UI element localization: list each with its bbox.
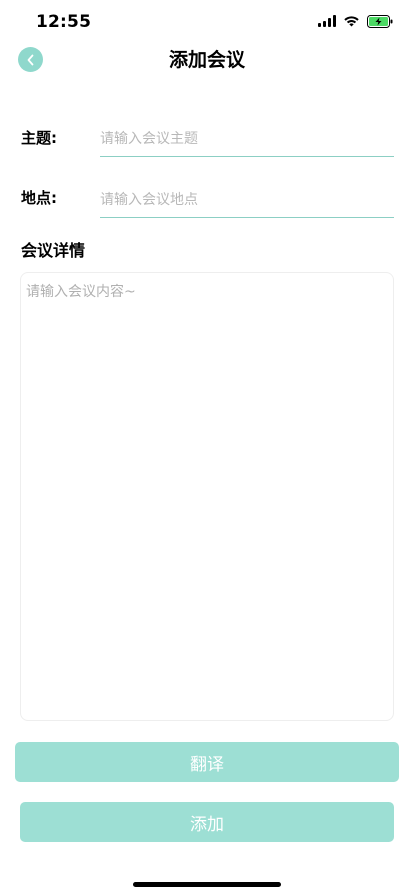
translate-button[interactable]: 翻译: [15, 742, 399, 782]
status-time: 12:55: [36, 12, 92, 32]
add-meeting-screen: 12:55 添加会议 主题: 地点: 会议详情 翻: [0, 0, 414, 896]
location-input[interactable]: [100, 183, 394, 218]
status-icons: [318, 14, 394, 28]
wifi-icon: [344, 16, 359, 27]
details-label: 会议详情: [21, 241, 86, 260]
location-label: 地点:: [21, 189, 57, 207]
topic-label: 主题:: [21, 129, 57, 147]
battery-charging-icon: [367, 14, 393, 28]
cellular-signal-icon: [318, 15, 336, 27]
details-textarea[interactable]: [20, 272, 394, 721]
topic-input[interactable]: [100, 122, 394, 157]
add-button[interactable]: 添加: [20, 802, 394, 842]
page-title: 添加会议: [168, 49, 245, 71]
home-indicator: [133, 882, 281, 887]
